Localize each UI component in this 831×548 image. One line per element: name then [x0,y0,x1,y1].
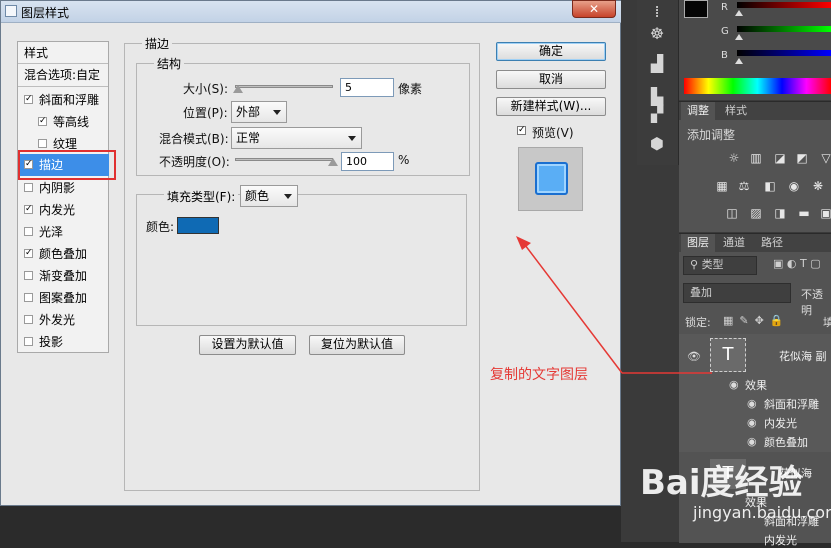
baidu-watermark-logo: Bai度经验 [640,463,803,503]
annotation-label: 复制的文字图层 [490,367,588,383]
annotation-arrowhead [516,236,531,250]
annotation-arrow-line [521,240,623,374]
baidu-watermark-url: jingyan.baidu.com [693,503,831,522]
